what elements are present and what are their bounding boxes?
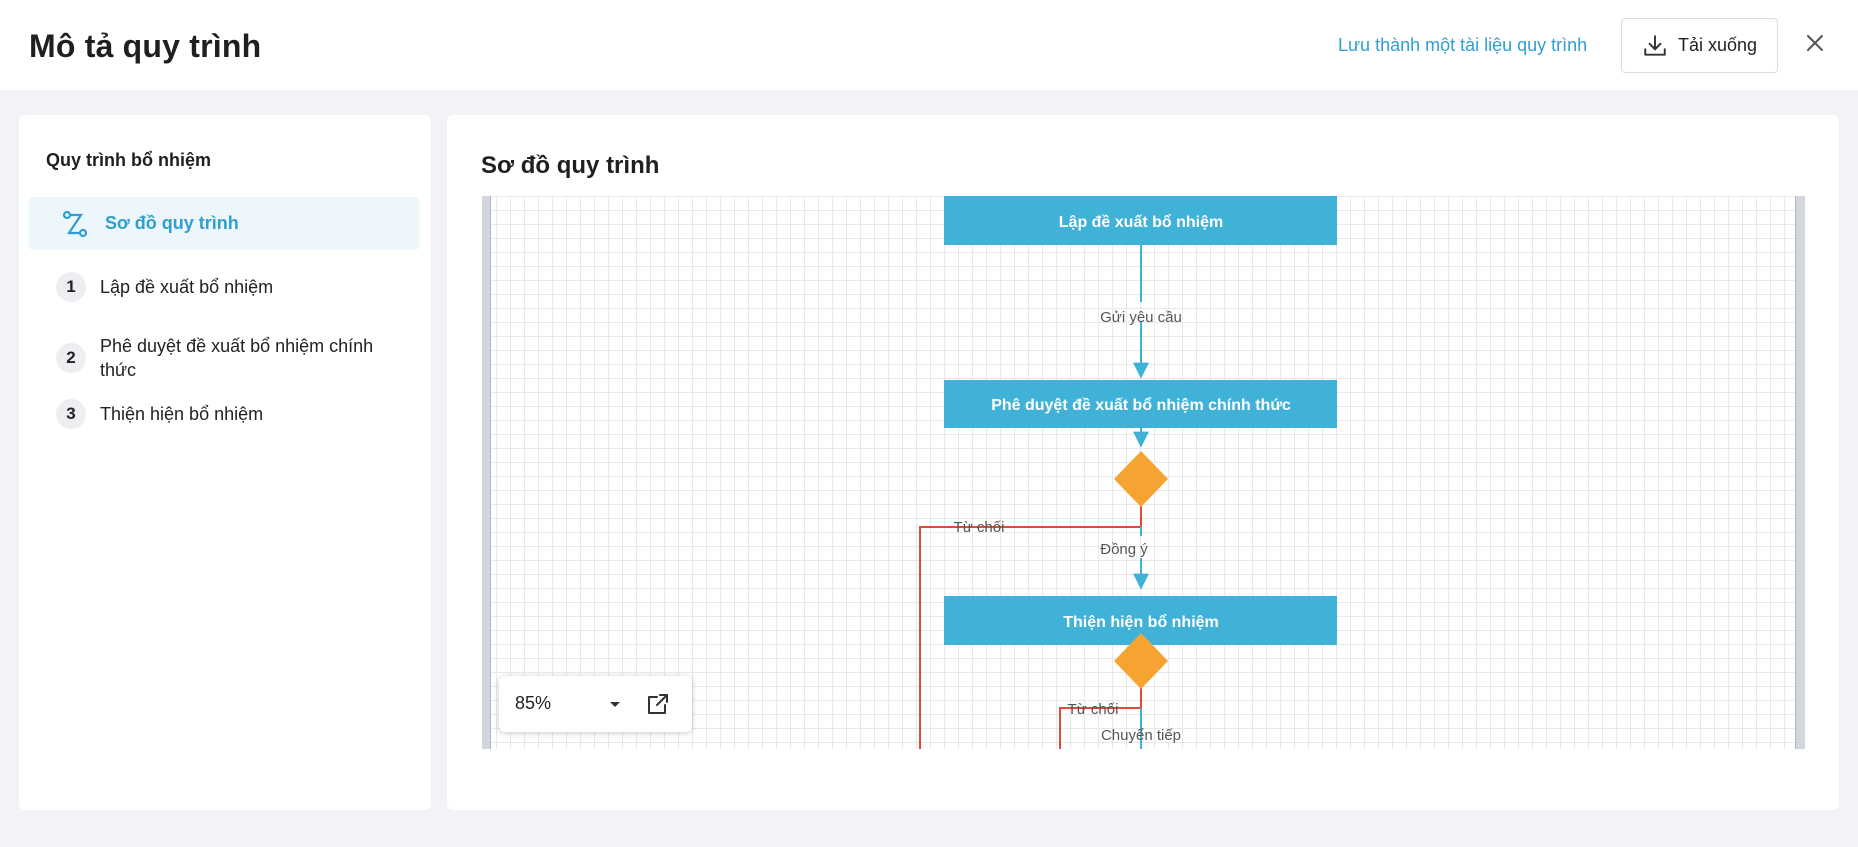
save-as-document-link[interactable]: Lưu thành một tài liệu quy trình [1338,35,1587,56]
edge-label-reject-2: Từ chối [1068,701,1119,718]
sidebar-heading: Quy trình bổ nhiệm [46,150,211,170]
decision-diamond-1[interactable] [1114,451,1168,507]
workflow-icon [62,210,88,237]
step-label: Thiện hiện bổ nhiệm [100,404,264,424]
download-button-label: Tải xuống [1678,35,1758,55]
edge-label-send-request: Gửi yêu cầu [1100,309,1182,326]
flowchart: Lập đề xuất bổ nhiệm Phê duyệt đề xuất b… [919,196,1337,749]
export-icon[interactable] [645,691,671,717]
zoom-control: 85% [499,676,692,732]
step-number: 1 [56,272,86,302]
diagram-canvas[interactable]: Lập đề xuất bổ nhiệm Phê duyệt đề xuất b… [482,196,1805,749]
node-approve-proposal-label: Phê duyệt đề xuất bổ nhiệm chính thức [991,396,1291,414]
close-icon[interactable] [1803,31,1827,55]
step-number: 2 [56,343,86,373]
section-title: Sơ đồ quy trình [481,152,660,179]
zoom-value[interactable]: 85% [515,693,551,714]
node-create-proposal-label: Lập đề xuất bổ nhiệm [1059,213,1223,231]
sidebar: Quy trình bổ nhiệm Sơ đồ quy trình 1 Lập… [19,115,431,810]
caret-down-icon[interactable] [606,695,624,713]
sidebar-step-3[interactable]: 3 Thiện hiện bổ nhiệm [56,399,400,429]
node-create-proposal[interactable]: Lập đề xuất bổ nhiệm [944,196,1337,245]
edge-label-forward: Chuyển tiếp [1101,727,1181,744]
node-approve-proposal[interactable]: Phê duyệt đề xuất bổ nhiệm chính thức [944,380,1337,428]
node-execute-appointment-label: Thiện hiện bổ nhiệm [1063,613,1219,631]
step-label: Phê duyệt đề xuất bổ nhiệm chính thức [100,336,374,380]
header-bar: Mô tả quy trình Lưu thành một tài liệu q… [0,0,1858,90]
edge-label-agree: Đồng ý [1100,541,1148,558]
sidebar-step-1[interactable]: 1 Lập đề xuất bổ nhiệm [56,272,400,302]
sidebar-step-2[interactable]: 2 Phê duyệt đề xuất bổ nhiệm chính thức [56,331,400,382]
step-number: 3 [56,399,86,429]
download-button[interactable]: Tải xuống [1621,18,1778,73]
step-label: Lập đề xuất bổ nhiệm [100,277,274,297]
edge-label-reject-1: Từ chối [954,519,1005,536]
sidebar-item-diagram[interactable]: Sơ đồ quy trình [29,197,419,250]
sidebar-item-diagram-label: Sơ đồ quy trình [105,213,239,233]
page-title: Mô tả quy trình [29,28,262,64]
download-icon [1644,34,1666,56]
